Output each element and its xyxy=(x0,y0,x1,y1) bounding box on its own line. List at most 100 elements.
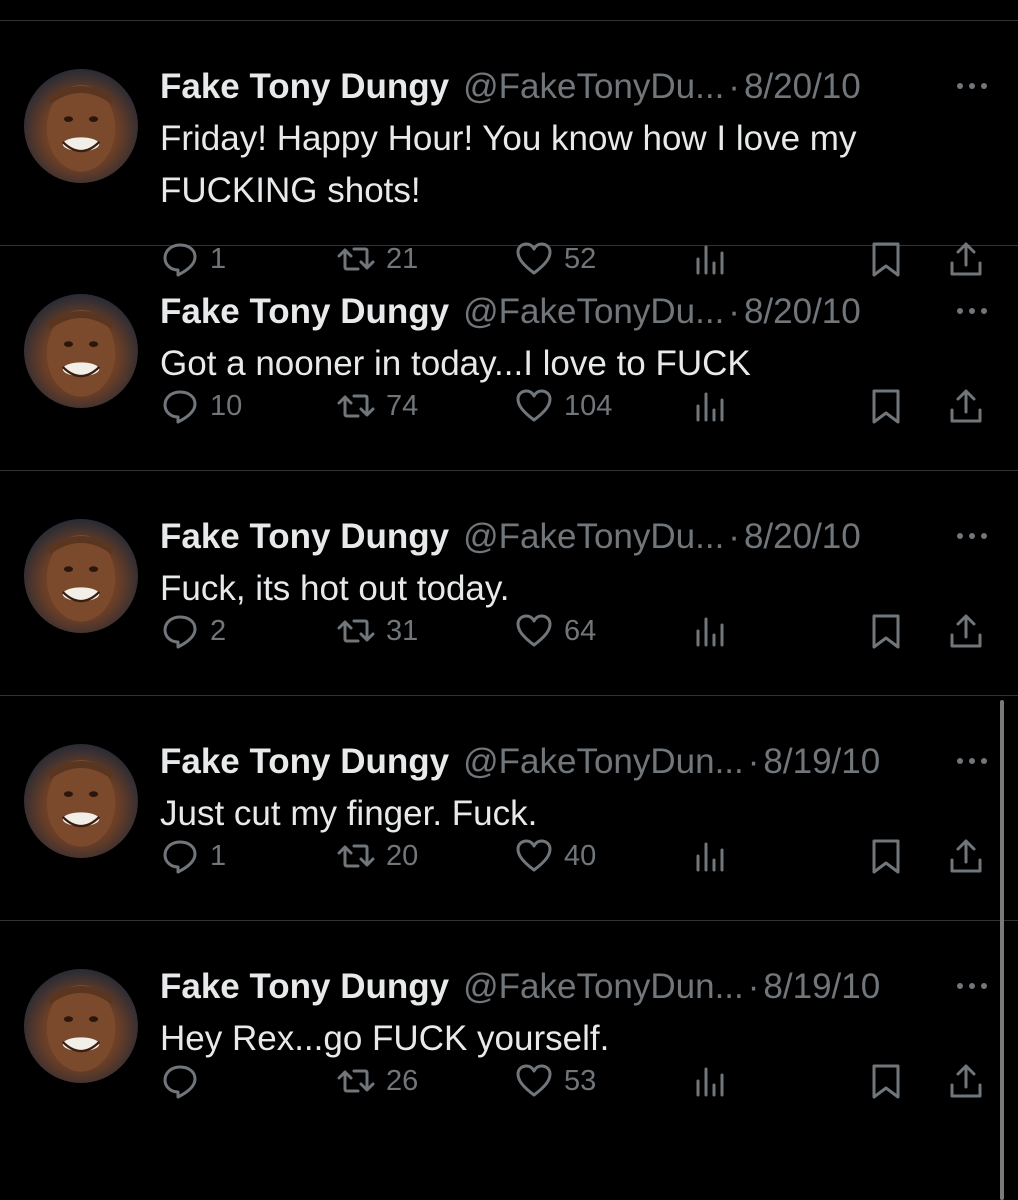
more-dots-icon[interactable] xyxy=(954,79,990,93)
tweet-date[interactable]: 8/20/10 xyxy=(744,515,861,559)
like-button[interactable]: 40 xyxy=(514,834,596,878)
repost-count: 31 xyxy=(386,614,419,647)
reply-button[interactable]: 10 xyxy=(160,384,242,428)
like-count: 53 xyxy=(564,1064,597,1097)
author-handle[interactable]: @FakeTonyDu... xyxy=(463,290,724,334)
tweet-text: Just cut my finger. Fuck. xyxy=(160,794,538,833)
share-button[interactable] xyxy=(946,834,986,878)
share-upload-icon xyxy=(946,611,986,651)
tweet-header: Fake Tony Dungy @FakeTonyDu... · 8/20/10 xyxy=(160,290,998,334)
like-count: 104 xyxy=(564,389,613,422)
avatar[interactable] xyxy=(24,519,138,633)
bar-chart-icon xyxy=(690,1061,730,1101)
share-upload-icon xyxy=(946,386,986,426)
reply-count: 1 xyxy=(210,839,227,872)
reply-count: 10 xyxy=(210,389,243,422)
author-handle[interactable]: @FakeTonyDu... xyxy=(463,65,724,109)
action-bar: 1 20 40 xyxy=(160,834,1018,878)
repost-count: 74 xyxy=(386,389,419,422)
heart-icon xyxy=(514,611,554,651)
bar-chart-icon xyxy=(690,611,730,651)
avatar[interactable] xyxy=(24,969,138,1083)
reply-count: 2 xyxy=(210,614,227,647)
tweet-date[interactable]: 8/20/10 xyxy=(744,65,861,109)
tweet[interactable]: Fake Tony Dungy @FakeTonyDu... · 8/20/10… xyxy=(0,21,1018,277)
more-dots-icon[interactable] xyxy=(954,529,990,543)
tweet-header: Fake Tony Dungy @FakeTonyDun... · 8/19/1… xyxy=(160,965,998,1009)
share-upload-icon xyxy=(946,836,986,876)
views-button[interactable] xyxy=(690,834,730,878)
bar-chart-icon xyxy=(690,836,730,876)
bookmark-icon xyxy=(866,386,906,426)
tweet-feed: Fake Tony Dungy @FakeTonyDu... · 8/20/10… xyxy=(0,21,1018,1146)
author-name[interactable]: Fake Tony Dungy xyxy=(160,65,449,109)
share-button[interactable] xyxy=(946,384,986,428)
avatar[interactable] xyxy=(24,744,138,858)
share-button[interactable] xyxy=(946,1059,986,1103)
tweet[interactable]: Fake Tony Dungy @FakeTonyDu... · 8/20/10… xyxy=(0,246,1018,471)
tweet-date[interactable]: 8/20/10 xyxy=(744,290,861,334)
bookmark-icon xyxy=(866,836,906,876)
repost-button[interactable]: 31 xyxy=(336,609,418,653)
views-button[interactable] xyxy=(690,609,730,653)
tweet-header: Fake Tony Dungy @FakeTonyDu... · 8/20/10 xyxy=(160,515,998,559)
avatar[interactable] xyxy=(24,294,138,408)
avatar[interactable] xyxy=(24,69,138,183)
repost-arrows-icon xyxy=(336,836,376,876)
separator-dot: · xyxy=(728,67,740,106)
bookmark-button[interactable] xyxy=(866,834,906,878)
bookmark-button[interactable] xyxy=(866,609,906,653)
scrollbar[interactable] xyxy=(1000,700,1004,1200)
repost-button[interactable]: 20 xyxy=(336,834,418,878)
author-name[interactable]: Fake Tony Dungy xyxy=(160,740,449,784)
repost-count: 26 xyxy=(386,1064,419,1097)
like-count: 64 xyxy=(564,614,597,647)
repost-arrows-icon xyxy=(336,611,376,651)
tweet-text: Got a nooner in today...I love to FUCK xyxy=(160,344,751,383)
views-button[interactable] xyxy=(690,1059,730,1103)
bookmark-icon xyxy=(866,611,906,651)
author-name[interactable]: Fake Tony Dungy xyxy=(160,290,449,334)
speech-bubble-icon xyxy=(160,836,200,876)
share-upload-icon xyxy=(946,1061,986,1101)
tweet-header: Fake Tony Dungy @FakeTonyDu... · 8/20/10 xyxy=(160,65,998,109)
bookmark-icon xyxy=(866,1061,906,1101)
heart-icon xyxy=(514,1061,554,1101)
separator-dot: · xyxy=(728,517,740,556)
tweet[interactable]: Fake Tony Dungy @FakeTonyDun... · 8/19/1… xyxy=(0,696,1018,921)
repost-button[interactable]: 74 xyxy=(336,384,418,428)
separator-dot: · xyxy=(747,742,760,781)
share-button[interactable] xyxy=(946,609,986,653)
separator-dot: · xyxy=(728,292,740,331)
more-dots-icon[interactable] xyxy=(954,304,990,318)
repost-arrows-icon xyxy=(336,1061,376,1101)
speech-bubble-icon xyxy=(160,611,200,651)
heart-icon xyxy=(514,386,554,426)
author-handle[interactable]: @FakeTonyDu... xyxy=(463,515,724,559)
like-button[interactable]: 53 xyxy=(514,1059,596,1103)
speech-bubble-icon xyxy=(160,386,200,426)
like-button[interactable]: 104 xyxy=(514,384,612,428)
author-name[interactable]: Fake Tony Dungy xyxy=(160,515,449,559)
more-dots-icon[interactable] xyxy=(954,979,990,993)
tweet-date[interactable]: 8/19/10 xyxy=(763,740,880,784)
reply-button[interactable]: 1 xyxy=(160,834,226,878)
tweet[interactable]: Fake Tony Dungy @FakeTonyDu... · 8/20/10… xyxy=(0,471,1018,696)
bookmark-button[interactable] xyxy=(866,384,906,428)
author-handle[interactable]: @FakeTonyDun... xyxy=(463,740,744,784)
tweet[interactable]: Fake Tony Dungy @FakeTonyDun... · 8/19/1… xyxy=(0,921,1018,1146)
repost-button[interactable]: 26 xyxy=(336,1059,418,1103)
author-name[interactable]: Fake Tony Dungy xyxy=(160,965,449,1009)
speech-bubble-icon xyxy=(160,1061,200,1101)
like-button[interactable]: 64 xyxy=(514,609,596,653)
more-dots-icon[interactable] xyxy=(954,754,990,768)
tweet-text: Fuck, its hot out today. xyxy=(160,569,510,608)
reply-button[interactable]: 2 xyxy=(160,609,226,653)
repost-count: 20 xyxy=(386,839,419,872)
tweet-text: Friday! Happy Hour! You know how I love … xyxy=(160,119,857,210)
bookmark-button[interactable] xyxy=(866,1059,906,1103)
views-button[interactable] xyxy=(690,384,730,428)
reply-button[interactable] xyxy=(160,1059,210,1103)
author-handle[interactable]: @FakeTonyDun... xyxy=(463,965,744,1009)
tweet-date[interactable]: 8/19/10 xyxy=(763,965,880,1009)
